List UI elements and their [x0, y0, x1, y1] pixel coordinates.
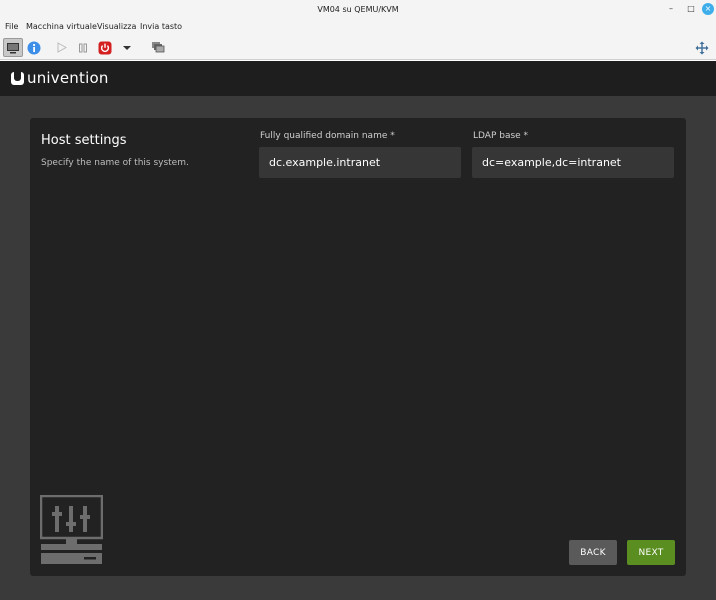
univention-logo: univention [11, 69, 109, 87]
chevron-down-icon [123, 45, 131, 50]
shutdown-button[interactable] [97, 38, 113, 57]
server-settings-icon [40, 495, 103, 564]
snapshot-icon [152, 42, 165, 53]
fullscreen-button[interactable] [694, 38, 710, 57]
brand-name: univention [27, 69, 109, 87]
window-titlebar: VM04 su QEMU/KVM – □ × [0, 0, 716, 18]
console-icon [7, 42, 19, 53]
page-subtitle: Specify the name of this system. [41, 158, 189, 168]
back-button[interactable]: BACK [569, 540, 617, 565]
menu-file[interactable]: File [5, 22, 18, 31]
univention-logo-icon [11, 71, 24, 85]
app-header: univention [0, 61, 716, 96]
snapshot-button[interactable] [150, 38, 166, 57]
pause-icon [79, 43, 87, 52]
details-button[interactable] [26, 38, 42, 57]
menu-virtual-machine[interactable]: Macchina virtuale [26, 22, 97, 31]
info-icon [27, 41, 41, 54]
page-title: Host settings [41, 133, 127, 148]
toolbar [0, 35, 716, 60]
setup-panel: Host settings Specify the name of this s… [30, 118, 686, 576]
fqdn-input[interactable] [259, 147, 461, 178]
resize-icon [695, 41, 709, 54]
close-button[interactable]: × [702, 3, 714, 15]
shutdown-menu-button[interactable] [121, 38, 133, 57]
next-button[interactable]: NEXT [627, 540, 675, 565]
minimize-button[interactable]: – [665, 3, 677, 15]
maximize-button[interactable]: □ [685, 3, 697, 15]
pause-button[interactable] [76, 38, 90, 57]
power-icon [98, 41, 112, 54]
ldap-base-label: LDAP base * [473, 131, 529, 141]
play-icon [57, 42, 67, 53]
ldap-base-input[interactable] [472, 147, 674, 178]
menu-send-key[interactable]: Invia tasto [140, 22, 182, 31]
vm-display[interactable]: univention Host settings Specify the nam… [0, 61, 716, 600]
menu-view[interactable]: Visualizza [97, 22, 136, 31]
fqdn-label: Fully qualified domain name * [260, 131, 395, 141]
menu-bar: File Macchina virtuale Visualizza Invia … [0, 18, 716, 35]
run-button[interactable] [55, 38, 69, 57]
console-button[interactable] [3, 38, 23, 57]
window-title: VM04 su QEMU/KVM [317, 5, 399, 14]
